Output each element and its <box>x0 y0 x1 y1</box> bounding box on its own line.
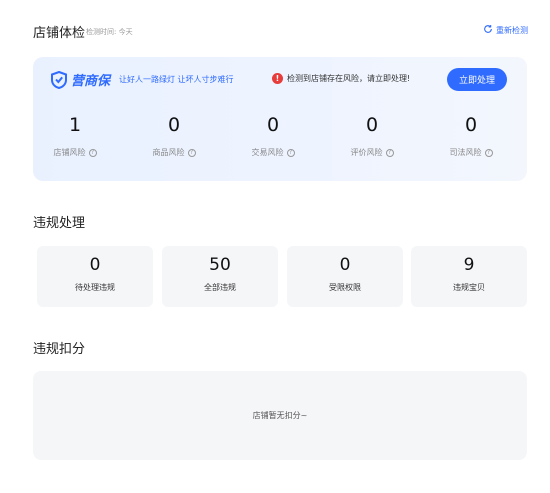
violation-section-title: 违规处理 <box>33 216 86 231</box>
help-icon[interactable]: ? <box>385 148 394 157</box>
page-title: 店铺体检 <box>33 26 86 41</box>
empty-text: 店铺暂无扣分~ <box>252 411 308 420</box>
brand-name: 营商保 <box>71 74 111 89</box>
stat-value: 0 <box>89 255 101 275</box>
stat-value: 50 <box>209 255 231 275</box>
stat-violating-items[interactable]: 9 违规宝贝 <box>411 246 527 307</box>
brand-slogan: 让好人一路绿灯 让坏人寸步难行 <box>119 75 234 84</box>
stat-label: 待处理违规 <box>75 283 115 292</box>
deduction-empty-state: 店铺暂无扣分~ <box>33 371 527 460</box>
recheck-label: 重新检测 <box>496 25 528 35</box>
help-icon[interactable]: ? <box>187 148 196 157</box>
risk-label: 交易风险 <box>251 148 284 157</box>
help-icon[interactable]: ? <box>88 148 97 157</box>
brand-logo: 营商保 <box>51 70 110 89</box>
help-icon[interactable]: ? <box>484 148 493 157</box>
risk-label: 司法风险 <box>449 148 482 157</box>
risk-label: 商品风险 <box>152 148 185 157</box>
recheck-button[interactable]: 重新检测 <box>483 24 528 36</box>
stat-label: 全部违规 <box>204 283 236 292</box>
handle-now-button[interactable]: 立即处理 <box>447 68 507 91</box>
risk-value: 0 <box>365 114 379 136</box>
deduction-section-title: 违规扣分 <box>33 342 86 357</box>
stat-label: 受限权限 <box>329 283 361 292</box>
health-card: 营商保 让好人一路绿灯 让坏人寸步难行 ! 检测到店铺存在风险，请立即处理! 立… <box>33 57 527 181</box>
shield-icon <box>51 70 67 89</box>
risk-item-goods[interactable]: 0 商品风险 ? <box>134 114 214 158</box>
risk-warning: ! 检测到店铺存在风险，请立即处理! <box>272 73 410 84</box>
warning-text: 检测到店铺存在风险，请立即处理! <box>287 74 411 83</box>
risk-value: 0 <box>266 114 280 136</box>
refresh-icon <box>483 24 493 36</box>
risk-label: 店铺风险 <box>53 148 86 157</box>
shop-health-page: 店铺体检 检测时间: 今天 重新检测 营商保 让好人一路绿灯 让坏人寸步难行 !… <box>0 0 550 493</box>
stat-restricted-permissions[interactable]: 0 受限权限 <box>287 246 403 307</box>
stat-value: 9 <box>463 255 475 275</box>
risk-value: 1 <box>68 114 82 136</box>
risk-item-review[interactable]: 0 评价风险 ? <box>332 114 412 158</box>
alert-icon: ! <box>272 73 283 84</box>
stat-value: 0 <box>339 255 351 275</box>
stat-pending-violations[interactable]: 0 待处理违规 <box>37 246 153 307</box>
risk-label: 评价风险 <box>350 148 383 157</box>
risk-item-judicial[interactable]: 0 司法风险 ? <box>431 114 511 158</box>
check-time: 检测时间: 今天 <box>86 28 133 36</box>
help-icon[interactable]: ? <box>286 148 295 157</box>
risk-value: 0 <box>167 114 181 136</box>
risk-item-trade[interactable]: 0 交易风险 ? <box>233 114 313 158</box>
risk-value: 0 <box>464 114 478 136</box>
stat-all-violations[interactable]: 50 全部违规 <box>162 246 278 307</box>
stat-label: 违规宝贝 <box>453 283 485 292</box>
risk-item-shop[interactable]: 1 店铺风险 ? <box>35 114 115 158</box>
